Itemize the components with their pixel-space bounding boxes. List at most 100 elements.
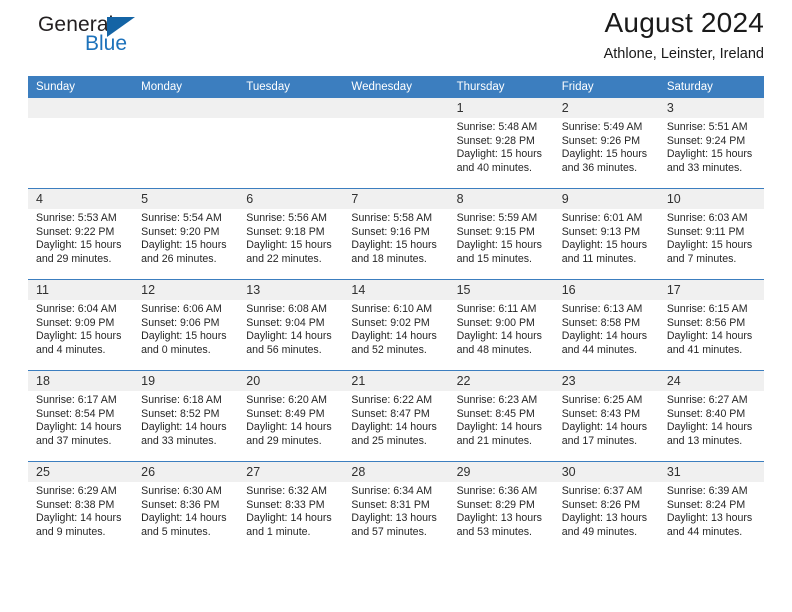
calendar-cell-inner: 11 Sunrise: 6:04 AM Sunset: 9:09 PM Dayligh…: [28, 280, 134, 370]
sunset-time: Sunset: 8:47 PM: [351, 407, 430, 420]
sunrise-time: Sunrise: 6:08 AM: [246, 303, 327, 315]
calendar-cell-inner: 10 Sunrise: 6:03 AM Sunset: 9:11 PM Dayligh…: [658, 189, 764, 279]
calendar-cell-day[interactable]: 6 Sunrise: 5:56 AM Sunset: 9:18 PM Daylight…: [238, 188, 344, 280]
calendar-cell-day[interactable]: 27 Sunrise: 6:32 AM Sunset: 8:33 PM Dayligh…: [238, 461, 344, 552]
sunrise-time: Sunrise: 6:34 AM: [351, 485, 433, 497]
calendar-cell-inner: 24 Sunrise: 6:27 AM Sunset: 8:40 PM Dayligh…: [658, 371, 764, 461]
calendar-cell-day[interactable]: 12 Sunrise: 6:06 AM Sunset: 9:06 PM Dayligh…: [133, 279, 239, 371]
sunset-time: Sunset: 9:02 PM: [351, 316, 430, 329]
calendar-cell-day[interactable]: 13 Sunrise: 6:08 AM Sunset: 9:04 PM Dayligh…: [238, 279, 344, 371]
calendar-cell-day[interactable]: 9 Sunrise: 6:01 AM Sunset: 9:13 PM Daylight…: [553, 188, 659, 280]
day-details: Sunrise: 5:51 AM Sunset: 9:24 PM Daylight:…: [659, 118, 764, 175]
calendar-cell-inner: 20 Sunrise: 6:20 AM Sunset: 8:49 PM Dayligh…: [238, 371, 344, 461]
weekday-header-tuesday: Tuesday: [238, 76, 344, 98]
calendar-cell-day[interactable]: 17 Sunrise: 6:15 AM Sunset: 8:56 PM Dayligh…: [658, 279, 764, 371]
calendar-cell-day[interactable]: 30 Sunrise: 6:37 AM Sunset: 8:26 PM Dayligh…: [553, 461, 659, 552]
day-number: 17: [658, 280, 764, 300]
day-number: 18: [28, 371, 134, 391]
sunrise-time: Sunrise: 6:23 AM: [456, 394, 538, 406]
sunset-time: Sunset: 8:49 PM: [246, 407, 325, 420]
calendar-cell-empty: [133, 98, 239, 189]
calendar-cell-day[interactable]: 7 Sunrise: 5:58 AM Sunset: 9:16 PM Daylight…: [343, 188, 449, 280]
calendar-cell-day[interactable]: 1 Sunrise: 5:48 AM Sunset: 9:28 PM Daylight…: [448, 98, 554, 189]
calendar-body: 1 Sunrise: 5:48 AM Sunset: 9:28 PM Daylight…: [28, 98, 764, 552]
sunset-time: Sunset: 8:45 PM: [456, 407, 535, 420]
daylight-duration-line2: and 22 minutes.: [246, 252, 322, 265]
location-subtitle: Athlone, Leinster, Ireland: [603, 46, 764, 62]
calendar-cell-day[interactable]: 11 Sunrise: 6:04 AM Sunset: 9:09 PM Dayligh…: [28, 279, 134, 371]
daylight-duration-line1: Daylight: 13 hours: [456, 512, 542, 525]
calendar-cell-inner: 6 Sunrise: 5:56 AM Sunset: 9:18 PM Daylight…: [238, 189, 344, 279]
calendar-cell-day[interactable]: 31 Sunrise: 6:39 AM Sunset: 8:24 PM Dayligh…: [658, 461, 764, 552]
daylight-duration-line1: Daylight: 14 hours: [141, 512, 227, 525]
calendar-cell-inner: 19 Sunrise: 6:18 AM Sunset: 8:52 PM Dayligh…: [133, 371, 239, 461]
day-details: Sunrise: 6:18 AM Sunset: 8:52 PM Daylight:…: [133, 391, 238, 448]
daylight-duration-line2: and 44 minutes.: [666, 525, 743, 538]
day-number: 20: [238, 371, 344, 391]
sunset-time: Sunset: 9:26 PM: [561, 134, 641, 147]
day-number: 22: [448, 371, 554, 391]
daylight-duration-line2: and 37 minutes.: [36, 434, 112, 447]
sunset-time: Sunset: 8:52 PM: [141, 407, 220, 420]
calendar-cell-day[interactable]: 3 Sunrise: 5:51 AM Sunset: 9:24 PM Daylight…: [658, 98, 764, 189]
calendar-cell-inner: 7 Sunrise: 5:58 AM Sunset: 9:16 PM Daylight…: [343, 189, 449, 279]
daylight-duration-line2: and 1 minute.: [246, 525, 311, 538]
calendar-cell-day[interactable]: 24 Sunrise: 6:27 AM Sunset: 8:40 PM Dayligh…: [658, 370, 764, 462]
calendar-cell-day[interactable]: 14 Sunrise: 6:10 AM Sunset: 9:02 PM Dayligh…: [343, 279, 449, 371]
sunrise-time: Sunrise: 6:17 AM: [36, 394, 117, 406]
calendar-cell-day[interactable]: 28 Sunrise: 6:34 AM Sunset: 8:31 PM Dayligh…: [343, 461, 449, 552]
daylight-duration-line2: and 26 minutes.: [141, 252, 217, 265]
sunset-time: Sunset: 9:20 PM: [141, 225, 220, 238]
daylight-duration-line1: Daylight: 15 hours: [456, 148, 542, 161]
calendar-cell-inner: 1 Sunrise: 5:48 AM Sunset: 9:28 PM Daylight…: [448, 98, 554, 188]
day-number: [133, 98, 239, 118]
calendar-cell-day[interactable]: 25 Sunrise: 6:29 AM Sunset: 8:38 PM Dayligh…: [28, 461, 134, 552]
day-details: Sunrise: 5:56 AM Sunset: 9:18 PM Daylight:…: [238, 209, 343, 266]
sunset-time: Sunset: 9:28 PM: [456, 134, 535, 147]
calendar-cell-day[interactable]: 26 Sunrise: 6:30 AM Sunset: 8:36 PM Dayligh…: [133, 461, 239, 552]
calendar-cell-day[interactable]: 19 Sunrise: 6:18 AM Sunset: 8:52 PM Dayligh…: [133, 370, 239, 462]
day-details: Sunrise: 5:54 AM Sunset: 9:20 PM Daylight:…: [133, 209, 238, 266]
calendar-cell-day[interactable]: 23 Sunrise: 6:25 AM Sunset: 8:43 PM Dayligh…: [553, 370, 659, 462]
day-details: Sunrise: 6:39 AM Sunset: 8:24 PM Daylight:…: [659, 482, 764, 539]
calendar-cell-day[interactable]: 4 Sunrise: 5:53 AM Sunset: 9:22 PM Daylight…: [28, 188, 134, 280]
sunset-time: Sunset: 8:54 PM: [36, 407, 115, 420]
sunset-time: Sunset: 9:00 PM: [456, 316, 535, 329]
daylight-duration-line1: Daylight: 14 hours: [456, 330, 542, 343]
daylight-duration-line2: and 49 minutes.: [561, 525, 638, 538]
daylight-duration-line2: and 4 minutes.: [36, 343, 106, 356]
calendar-cell-inner: 30 Sunrise: 6:37 AM Sunset: 8:26 PM Dayligh…: [553, 462, 659, 552]
sunrise-time: Sunrise: 5:59 AM: [456, 212, 538, 224]
sunset-time: Sunset: 8:56 PM: [666, 316, 746, 329]
calendar-cell-day[interactable]: 21 Sunrise: 6:22 AM Sunset: 8:47 PM Dayligh…: [343, 370, 449, 462]
daylight-duration-line2: and 21 minutes.: [456, 434, 532, 447]
day-number: 2: [553, 98, 659, 118]
calendar-cell-day[interactable]: 22 Sunrise: 6:23 AM Sunset: 8:45 PM Dayligh…: [448, 370, 554, 462]
calendar-cell-day[interactable]: 2 Sunrise: 5:49 AM Sunset: 9:26 PM Daylight…: [553, 98, 659, 189]
daylight-duration-line1: Daylight: 15 hours: [561, 239, 648, 252]
calendar-cell-day[interactable]: 29 Sunrise: 6:36 AM Sunset: 8:29 PM Dayligh…: [448, 461, 554, 552]
day-details: Sunrise: 6:04 AM Sunset: 9:09 PM Daylight:…: [28, 300, 133, 357]
calendar-cell-day[interactable]: 20 Sunrise: 6:20 AM Sunset: 8:49 PM Dayligh…: [238, 370, 344, 462]
general-blue-logo[interactable]: General Blue: [28, 13, 158, 63]
calendar-cell-day[interactable]: 5 Sunrise: 5:54 AM Sunset: 9:20 PM Daylight…: [133, 188, 239, 280]
calendar-cell-day[interactable]: 10 Sunrise: 6:03 AM Sunset: 9:11 PM Dayligh…: [658, 188, 764, 280]
daylight-duration-line1: Daylight: 14 hours: [561, 421, 648, 434]
day-details: Sunrise: 6:25 AM Sunset: 8:43 PM Daylight:…: [554, 391, 659, 448]
calendar-cell-day[interactable]: 18 Sunrise: 6:17 AM Sunset: 8:54 PM Dayligh…: [28, 370, 134, 462]
daylight-duration-line2: and 53 minutes.: [456, 525, 532, 538]
day-number: 31: [658, 462, 764, 482]
calendar-cell-inner: [28, 98, 134, 188]
daylight-duration-line2: and 25 minutes.: [351, 434, 427, 447]
day-number: 21: [343, 371, 449, 391]
day-number: 10: [658, 189, 764, 209]
daylight-duration-line1: Daylight: 13 hours: [666, 512, 753, 525]
day-number: 8: [448, 189, 554, 209]
calendar-cell-day[interactable]: 8 Sunrise: 5:59 AM Sunset: 9:15 PM Daylight…: [448, 188, 554, 280]
day-details: Sunrise: 6:20 AM Sunset: 8:49 PM Daylight:…: [238, 391, 343, 448]
sunset-time: Sunset: 9:09 PM: [36, 316, 115, 329]
calendar-cell-day[interactable]: 15 Sunrise: 6:11 AM Sunset: 9:00 PM Dayligh…: [448, 279, 554, 371]
calendar-cell-inner: 28 Sunrise: 6:34 AM Sunset: 8:31 PM Dayligh…: [343, 462, 449, 552]
calendar-cell-day[interactable]: 16 Sunrise: 6:13 AM Sunset: 8:58 PM Dayligh…: [553, 279, 659, 371]
day-details: Sunrise: 6:34 AM Sunset: 8:31 PM Daylight:…: [343, 482, 448, 539]
